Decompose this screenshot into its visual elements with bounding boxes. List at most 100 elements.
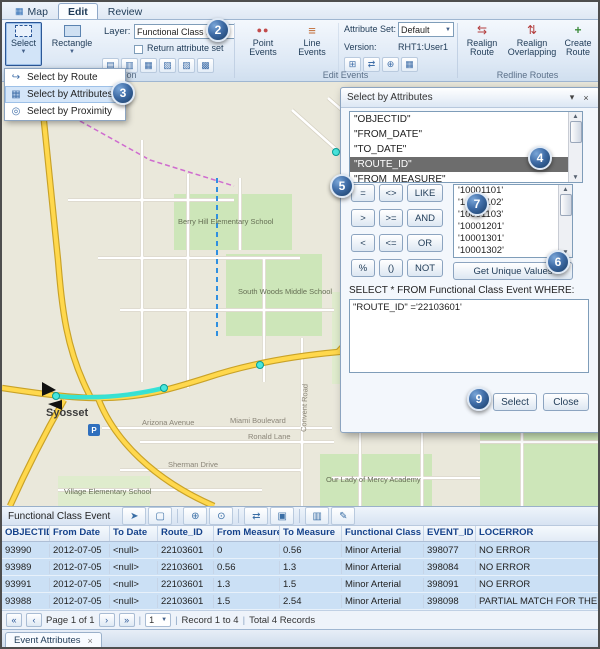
operator-and-button[interactable]: AND xyxy=(407,209,443,227)
dialog-close-icon[interactable]: × xyxy=(579,93,593,103)
select-tool-button[interactable]: Select ▼ xyxy=(5,22,42,66)
operator-less-equal-button[interactable]: <= xyxy=(379,234,403,252)
value-item[interactable]: '10001301' xyxy=(454,233,572,245)
column-header[interactable]: To Date xyxy=(110,526,158,541)
menu-item-select-by-route[interactable]: ↪ Select by Route xyxy=(5,69,125,86)
select-records-icon[interactable]: ➤ xyxy=(122,507,146,525)
point-events-button[interactable]: ●● Point Events xyxy=(240,22,286,66)
scroll-down-icon[interactable]: ▼ xyxy=(572,174,578,181)
tab-review[interactable]: Review xyxy=(98,3,152,19)
bottom-tab-bar: Event Attributes × xyxy=(2,629,598,647)
tab-map[interactable]: ▦ Map xyxy=(5,3,58,19)
cell-to-date: <null> xyxy=(110,578,158,591)
field-item[interactable]: "FROM_MEASURE" xyxy=(350,172,582,183)
column-header[interactable]: LOCERROR xyxy=(476,526,598,541)
realign-route-button[interactable]: ⇆ Realign Route xyxy=(460,22,504,66)
operator-parentheses-button[interactable]: () xyxy=(379,259,403,277)
dialog-menu-icon[interactable]: ▾ xyxy=(565,92,579,103)
dialog-select-button[interactable]: Select xyxy=(493,393,537,411)
pagination-separator: | xyxy=(243,615,245,626)
line-events-label: Line Events xyxy=(291,39,333,58)
tab-close-icon[interactable]: × xyxy=(88,636,93,646)
column-options-icon[interactable]: ▥ xyxy=(305,507,329,525)
realign-overlapping-button[interactable]: ⇅ Realign Overlapping xyxy=(506,22,558,66)
line-events-button[interactable]: ≡ Line Events xyxy=(290,22,334,66)
dialog-close-button[interactable]: Close xyxy=(543,393,589,411)
column-header[interactable]: Functional Class xyxy=(342,526,424,541)
table-row[interactable]: 93989 2012-07-05 <null> 22103601 0.56 1.… xyxy=(2,559,598,576)
last-page-button[interactable]: » xyxy=(119,613,135,627)
scrollbar-thumb[interactable] xyxy=(570,121,582,143)
create-route-button[interactable]: + Create Route xyxy=(560,22,596,66)
point-events-label: Point Events xyxy=(241,39,285,58)
cell-to-measure: 2.54 xyxy=(280,595,342,608)
table-row[interactable]: 93990 2012-07-05 <null> 22103601 0 0.56 … xyxy=(2,542,598,559)
operator-equals-button[interactable]: = xyxy=(351,184,375,202)
column-header[interactable]: To Measure xyxy=(280,526,342,541)
first-page-button[interactable]: « xyxy=(6,613,22,627)
tab-edit[interactable]: Edit xyxy=(58,3,98,19)
attribute-set-value: Default xyxy=(401,25,430,35)
total-records-label: Total 4 Records xyxy=(249,615,315,626)
pan-to-selection-icon[interactable]: ⊙ xyxy=(209,507,233,525)
operator-percent-button[interactable]: % xyxy=(351,259,375,277)
create-route-label: Create Route xyxy=(561,39,595,58)
map-label-street: Convent Road xyxy=(299,384,310,432)
scroll-up-icon[interactable]: ▲ xyxy=(572,113,578,120)
where-clause-input[interactable]: "ROUTE_ID" ='22103601' xyxy=(349,299,589,373)
column-header[interactable]: From Date xyxy=(50,526,110,541)
operator-less-button[interactable]: < xyxy=(351,234,375,252)
next-page-button[interactable]: › xyxy=(99,613,115,627)
cell-locerror: PARTIAL MATCH FOR THE TO-... xyxy=(476,595,598,608)
menu-item-select-by-proximity[interactable]: ◎ Select by Proximity xyxy=(5,103,125,120)
dialog-title-bar[interactable]: Select by Attributes ▾ × xyxy=(341,88,599,108)
operator-like-button[interactable]: LIKE xyxy=(407,184,443,202)
previous-page-button[interactable]: ‹ xyxy=(26,613,42,627)
fields-scrollbar[interactable]: ▲ ▼ xyxy=(568,112,582,182)
operator-greater-button[interactable]: > xyxy=(351,209,375,227)
map-tab-icon: ▦ xyxy=(15,7,24,16)
table-row[interactable]: 93991 2012-07-05 <null> 22103601 1.3 1.5… xyxy=(2,576,598,593)
map-label-street: Miami Boulevard xyxy=(230,416,286,425)
attribute-table-column-headers: OBJECTID From Date To Date Route_ID From… xyxy=(2,526,598,542)
return-attribute-set-checkbox[interactable] xyxy=(134,45,143,54)
map-label-street: Ronald Lane xyxy=(248,432,291,441)
map-label-street: Sherman Drive xyxy=(168,460,218,469)
fields-listbox[interactable]: "OBJECTID" "FROM_DATE" "TO_DATE" "ROUTE_… xyxy=(349,111,583,183)
column-header[interactable]: EVENT_ID xyxy=(424,526,476,541)
field-item[interactable]: "OBJECTID" xyxy=(350,112,582,127)
table-row[interactable]: 93988 2012-07-05 <null> 22103601 1.5 2.5… xyxy=(2,593,598,610)
operator-greater-equal-button[interactable]: >= xyxy=(379,209,403,227)
cell-to-date: <null> xyxy=(110,561,158,574)
column-header[interactable]: From Measure xyxy=(214,526,280,541)
switch-selection-icon[interactable]: ⇄ xyxy=(244,507,268,525)
callout-4: 4 xyxy=(528,146,552,170)
tab-event-attributes[interactable]: Event Attributes × xyxy=(5,632,102,649)
column-header[interactable]: OBJECTID xyxy=(2,526,50,541)
operator-or-button[interactable]: OR xyxy=(407,234,443,252)
cell-event-id: 398084 xyxy=(424,561,476,574)
cell-event-id: 398091 xyxy=(424,578,476,591)
operator-not-equals-button[interactable]: <> xyxy=(379,184,403,202)
cell-to-measure: 0.56 xyxy=(280,544,342,557)
attribute-table-title: Functional Class Event xyxy=(8,511,110,522)
values-scrollbar[interactable]: ▲ ▼ xyxy=(558,185,572,257)
cell-from-date: 2012-07-05 xyxy=(50,544,110,557)
operator-not-button[interactable]: NOT xyxy=(407,259,443,277)
menu-item-label: Select by Proximity xyxy=(27,106,112,117)
scrollbar-thumb[interactable] xyxy=(560,194,572,216)
page-size-select[interactable]: 1 ▼ xyxy=(145,613,171,627)
record-range-label: Record 1 to 4 xyxy=(182,615,239,626)
scroll-up-icon[interactable]: ▲ xyxy=(562,186,568,193)
highlight-selection-icon[interactable]: ▣ xyxy=(270,507,294,525)
menu-item-select-by-attributes[interactable]: ▦ Select by Attributes xyxy=(5,86,125,103)
clear-selection-icon[interactable]: ▢ xyxy=(148,507,172,525)
cell-from-measure: 0.56 xyxy=(214,561,280,574)
zoom-to-selection-icon[interactable]: ⊕ xyxy=(183,507,207,525)
column-header[interactable]: Route_ID xyxy=(158,526,214,541)
field-item[interactable]: "FROM_DATE" xyxy=(350,127,582,142)
attribute-set-select[interactable]: Default ▼ xyxy=(398,22,454,37)
rectangle-tool-button[interactable]: Rectangle ▼ xyxy=(46,22,98,66)
value-item[interactable]: '10001201' xyxy=(454,221,572,233)
edit-attributes-icon[interactable]: ✎ xyxy=(331,507,355,525)
